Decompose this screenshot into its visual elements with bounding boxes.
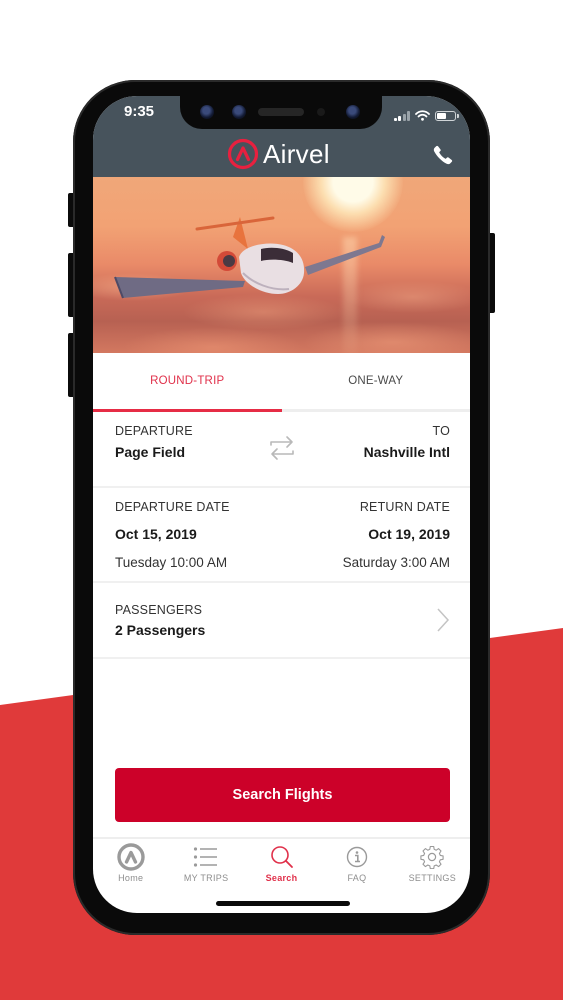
- departure-airport[interactable]: Page Field: [115, 444, 185, 460]
- destination-label: TO: [432, 424, 450, 438]
- brand-name: Airvel: [263, 138, 330, 169]
- passengers-row[interactable]: PASSENGERS 2 Passengers: [93, 583, 470, 659]
- earpiece-speaker: [258, 108, 304, 116]
- return-time: Saturday 3:00 AM: [342, 555, 450, 570]
- tab-home[interactable]: Home: [93, 839, 168, 887]
- tab-settings-label: SETTINGS: [408, 873, 457, 883]
- status-time: 9:35: [124, 103, 155, 120]
- tab-search-label: Search: [265, 873, 298, 883]
- tab-faq-label: FAQ: [347, 873, 367, 883]
- return-date[interactable]: Oct 19, 2019: [368, 526, 450, 542]
- passengers-count: 2 Passengers: [115, 622, 206, 638]
- proximity-sensor: [317, 108, 325, 116]
- tab-home-label: Home: [118, 873, 144, 883]
- departure-date[interactable]: Oct 15, 2019: [115, 526, 197, 542]
- app-screen: 9:35 Airvel ROUND-TRIP ONE-WAY DEPARTURE…: [93, 96, 470, 913]
- sensor: [232, 105, 246, 119]
- destination-airport[interactable]: Nashville Intl: [364, 444, 450, 460]
- private-jet-illustration: [114, 216, 385, 299]
- bottom-tab-bar: Home MY TRIPS Search FAQ SETTINGS: [93, 837, 470, 887]
- dates-row: DEPARTURE DATE Oct 15, 2019 Tuesday 10:0…: [93, 488, 470, 583]
- gear-icon: [420, 845, 444, 869]
- tab-faq[interactable]: FAQ: [319, 839, 394, 887]
- hero-jet-image: [93, 177, 470, 353]
- tab-search[interactable]: Search: [244, 839, 319, 887]
- return-date-label: RETURN DATE: [359, 500, 450, 514]
- tab-one-way[interactable]: ONE-WAY: [282, 353, 471, 409]
- trip-type-tabs: ROUND-TRIP ONE-WAY: [93, 353, 470, 412]
- search-icon: [270, 846, 293, 868]
- signal-icon: [393, 110, 410, 121]
- sensor: [200, 105, 214, 119]
- home-indicator[interactable]: [216, 901, 350, 906]
- phone-notch: [180, 96, 382, 129]
- front-camera: [346, 105, 360, 119]
- phone-icon[interactable]: [432, 144, 454, 166]
- tab-settings[interactable]: SETTINGS: [395, 839, 470, 887]
- search-flights-button[interactable]: Search Flights: [115, 768, 450, 822]
- swap-arrows-icon[interactable]: [268, 435, 296, 461]
- route-row: DEPARTURE Page Field TO Nashville Intl: [93, 412, 470, 488]
- passengers-label: PASSENGERS: [115, 603, 203, 617]
- battery-icon: [435, 110, 459, 121]
- info-icon: [346, 846, 368, 868]
- status-icons: [393, 110, 459, 121]
- list-icon: [194, 847, 218, 867]
- departure-time: Tuesday 10:00 AM: [115, 555, 228, 570]
- brand-logo: Airvel: [227, 138, 330, 170]
- airvel-logo-icon: [117, 843, 145, 871]
- departure-label: DEPARTURE: [115, 424, 193, 438]
- chevron-right-icon: [437, 608, 450, 632]
- tab-round-trip[interactable]: ROUND-TRIP: [93, 353, 282, 412]
- wifi-icon: [415, 110, 430, 121]
- tab-my-trips[interactable]: MY TRIPS: [168, 839, 243, 887]
- tab-my-trips-label: MY TRIPS: [183, 873, 229, 883]
- departure-date-label: DEPARTURE DATE: [115, 500, 230, 514]
- airvel-logo-icon: [227, 138, 259, 170]
